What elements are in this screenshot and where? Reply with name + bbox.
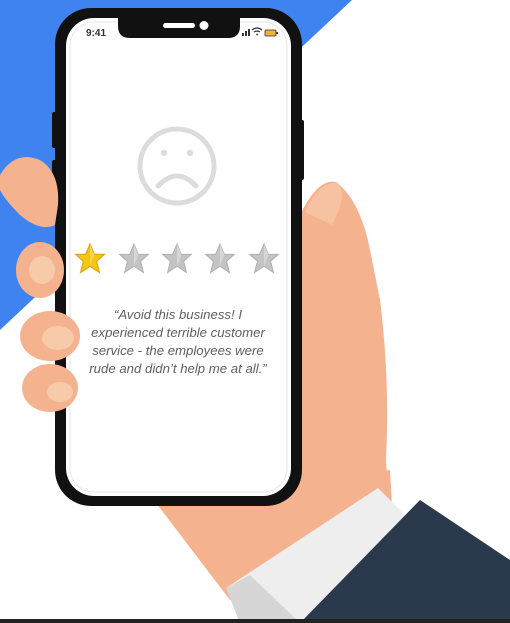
speaker-grille (163, 23, 195, 28)
status-time: 9:41 (86, 28, 107, 39)
battery-icon (264, 29, 278, 37)
baseline (0, 619, 510, 623)
front-camera (199, 21, 209, 30)
review-text: “Avoid this business! I experienced terr… (89, 307, 267, 376)
